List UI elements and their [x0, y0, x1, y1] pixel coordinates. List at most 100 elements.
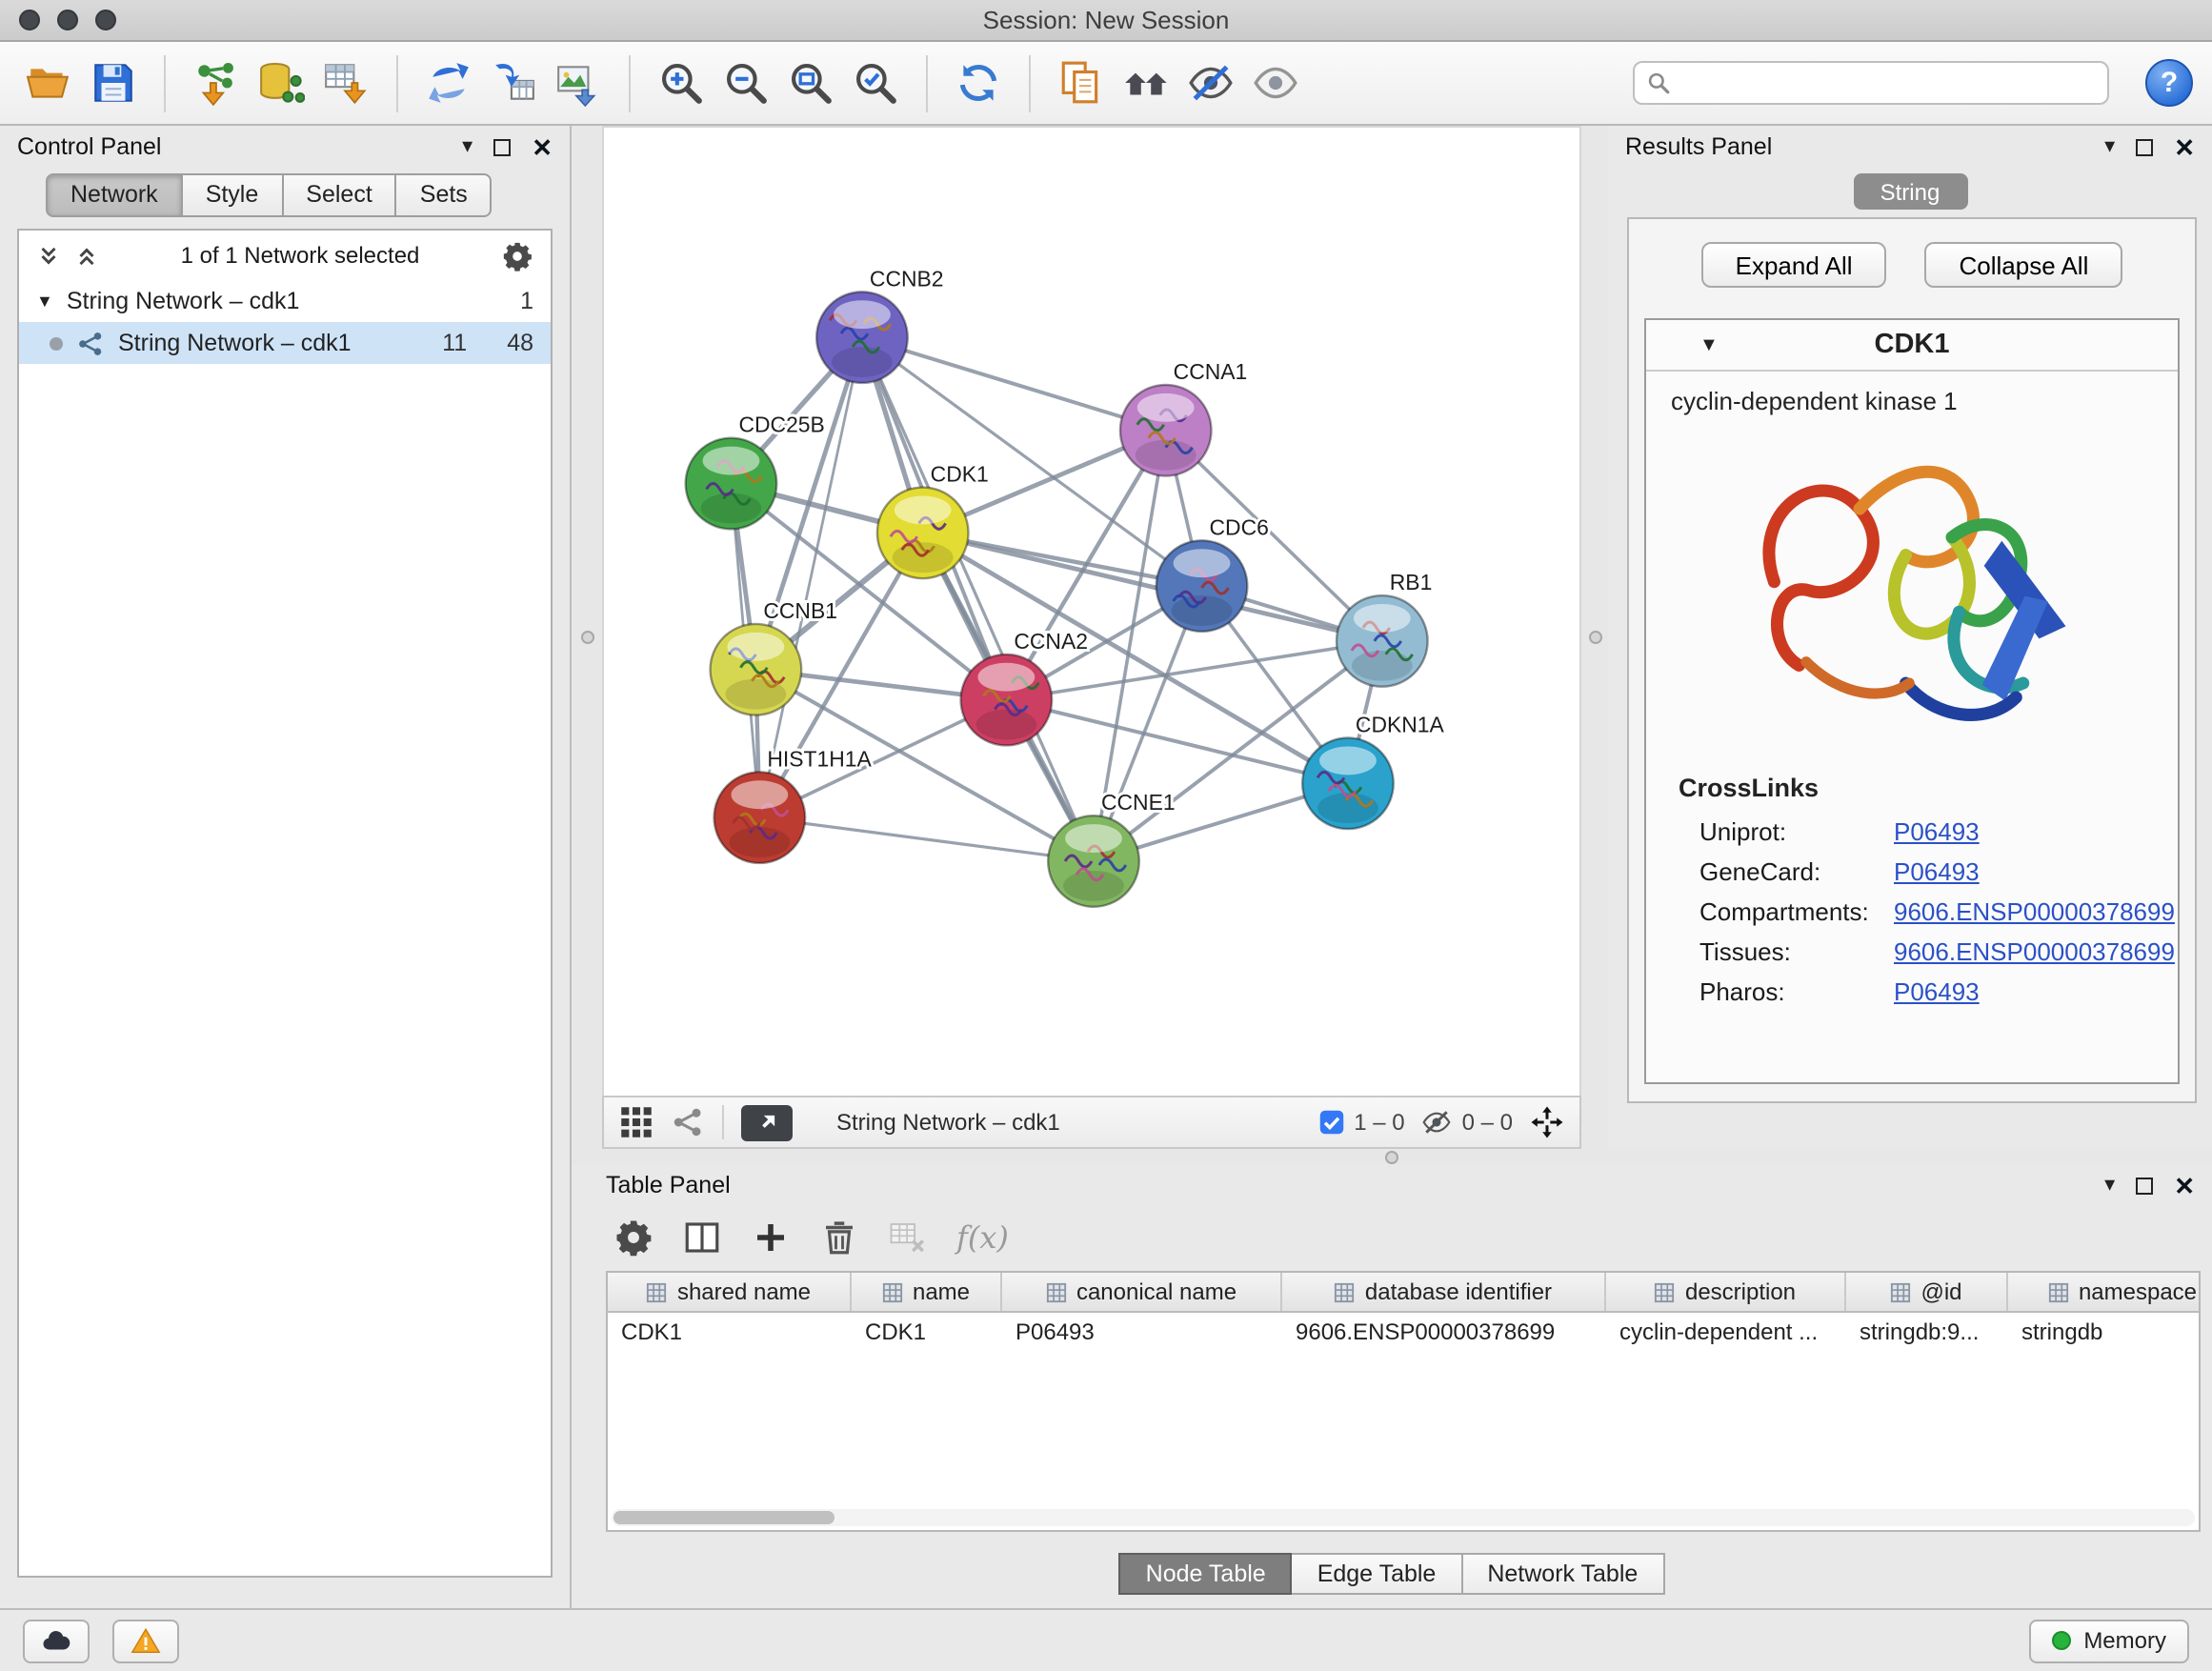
splitter-handle[interactable]	[1588, 631, 1601, 644]
collapse-panel-icon[interactable]: ▾	[2104, 1175, 2115, 1196]
float-panel-icon[interactable]	[493, 138, 511, 155]
eye-slash-icon	[1187, 59, 1235, 107]
scrollbar-thumb[interactable]	[613, 1511, 835, 1524]
horizontal-scrollbar	[612, 1509, 2195, 1526]
show-all-button[interactable]	[1246, 50, 1305, 115]
minimize-window-button[interactable]	[57, 10, 78, 30]
collapse-all-button[interactable]: Collapse All	[1925, 242, 2123, 288]
disclosure-triangle-icon[interactable]: ▼	[36, 292, 53, 311]
new-network-button[interactable]	[419, 50, 478, 115]
hidden-eye-slash-icon[interactable]	[1422, 1107, 1453, 1137]
zoom-selected-button[interactable]	[846, 50, 905, 115]
tab-sets[interactable]: Sets	[397, 173, 493, 217]
network-row[interactable]: String Network – cdk1 11 48	[19, 322, 551, 364]
splitter-handle[interactable]	[1385, 1150, 1398, 1163]
split-columns-icon[interactable]	[682, 1217, 722, 1257]
crosslink-label: Tissues:	[1699, 937, 1894, 966]
float-panel-icon[interactable]	[2136, 1177, 2153, 1194]
network-node[interactable]	[1302, 737, 1394, 829]
selected-counts: 1 – 0	[1317, 1109, 1404, 1136]
tab-style[interactable]: Style	[183, 173, 284, 217]
column-header-shared-name[interactable]: shared name	[608, 1273, 852, 1311]
function-builder-icon[interactable]: f(x)	[956, 1218, 1009, 1255]
first-neighbors-button[interactable]	[1116, 50, 1176, 115]
cloud-status-button[interactable]	[23, 1619, 90, 1662]
import-table-file-button[interactable]	[316, 50, 375, 115]
crosslink-link[interactable]: P06493	[1894, 817, 1980, 846]
network-from-table-button[interactable]	[484, 50, 543, 115]
network-node[interactable]	[816, 292, 908, 383]
column-header-name[interactable]: name	[852, 1273, 1002, 1311]
selected-checkbox-icon[interactable]	[1317, 1109, 1344, 1136]
close-panel-icon[interactable]: ✕	[532, 134, 553, 159]
export-view-button[interactable]	[741, 1104, 793, 1140]
birdseye-grid-icon[interactable]	[619, 1105, 654, 1139]
network-node[interactable]	[1156, 540, 1248, 632]
table-row[interactable]: CDK1 CDK1 P06493 9606.ENSP00000378699 cy…	[608, 1313, 2199, 1351]
network-node[interactable]	[714, 772, 806, 863]
close-panel-icon[interactable]: ✕	[2174, 1173, 2195, 1198]
crosslink-link[interactable]: 9606.ENSP00000378699	[1894, 897, 2175, 926]
splitter-handle[interactable]	[580, 631, 593, 644]
expand-all-button[interactable]: Expand All	[1701, 242, 1887, 288]
collapse-panel-icon[interactable]: ▾	[462, 136, 473, 157]
network-overview-icon[interactable]	[671, 1105, 705, 1139]
crosslink-link[interactable]: P06493	[1894, 977, 1980, 1006]
pan-crosshair-icon[interactable]	[1530, 1105, 1564, 1139]
disclosure-triangle-icon[interactable]: ▼	[1699, 334, 1719, 355]
collapse-panel-icon[interactable]: ▾	[2104, 136, 2115, 157]
gear-icon[interactable]	[501, 239, 533, 272]
network-node[interactable]	[1337, 595, 1428, 687]
warnings-button[interactable]	[112, 1619, 179, 1662]
paste-button[interactable]	[1052, 50, 1111, 115]
column-header-id[interactable]: @id	[1846, 1273, 2008, 1311]
zoom-out-button[interactable]	[716, 50, 775, 115]
help-button[interactable]: ?	[2145, 59, 2193, 107]
open-session-button[interactable]	[19, 50, 78, 115]
results-tab-string[interactable]: String	[1853, 173, 1967, 210]
add-column-icon[interactable]	[751, 1217, 791, 1257]
close-window-button[interactable]	[19, 10, 40, 30]
cell-canonical-name: P06493	[1002, 1319, 1282, 1345]
crosslink-row: GeneCard: P06493	[1646, 852, 2178, 892]
save-session-button[interactable]	[84, 50, 143, 115]
tab-edge-table[interactable]: Edge Table	[1293, 1553, 1463, 1595]
results-panel-header: Results Panel ▾ ✕	[1608, 126, 2212, 168]
import-network-database-button[interactable]	[251, 50, 311, 115]
search-input[interactable]	[1680, 70, 2096, 96]
export-image-button[interactable]	[549, 50, 608, 115]
column-header-namespace[interactable]: namespace	[2008, 1273, 2201, 1311]
cloud-icon	[40, 1624, 72, 1657]
zoom-in-button[interactable]	[652, 50, 711, 115]
trash-icon[interactable]	[819, 1217, 859, 1257]
network-node[interactable]	[686, 438, 777, 530]
crosslink-link[interactable]: P06493	[1894, 857, 1980, 886]
zoom-fit-button[interactable]	[781, 50, 840, 115]
hide-selected-button[interactable]	[1181, 50, 1240, 115]
column-header-canonical-name[interactable]: canonical name	[1002, 1273, 1282, 1311]
crosslink-link[interactable]: 9606.ENSP00000378699	[1894, 937, 2175, 966]
network-node[interactable]	[1048, 815, 1139, 907]
import-network-file-button[interactable]	[187, 50, 246, 115]
network-node[interactable]	[877, 488, 969, 579]
network-node[interactable]	[711, 624, 802, 715]
memory-button[interactable]: Memory	[2028, 1619, 2189, 1662]
refresh-layout-button[interactable]	[949, 50, 1008, 115]
tab-node-table[interactable]: Node Table	[1119, 1553, 1293, 1595]
column-header-database-identifier[interactable]: database identifier	[1282, 1273, 1606, 1311]
gear-icon[interactable]	[613, 1217, 654, 1257]
network-node[interactable]	[1120, 385, 1212, 476]
node-label: CDC6	[1210, 514, 1269, 539]
close-panel-icon[interactable]: ✕	[2174, 134, 2195, 159]
zoom-window-button[interactable]	[95, 10, 116, 30]
tab-network[interactable]: Network	[46, 173, 183, 217]
column-header-description[interactable]: description	[1606, 1273, 1846, 1311]
network-node[interactable]	[961, 654, 1053, 746]
expand-all-icon[interactable]	[74, 243, 99, 268]
network-graph[interactable]: CCNB2CCNA1CDC25BCDK1CDC6RB1CCNB1CCNA2CDK…	[602, 126, 1581, 1096]
float-panel-icon[interactable]	[2136, 138, 2153, 155]
network-collection-row[interactable]: ▼ String Network – cdk1 1	[19, 280, 551, 322]
tab-network-table[interactable]: Network Table	[1462, 1553, 1664, 1595]
tab-select[interactable]: Select	[283, 173, 397, 217]
collapse-all-icon[interactable]	[36, 243, 61, 268]
